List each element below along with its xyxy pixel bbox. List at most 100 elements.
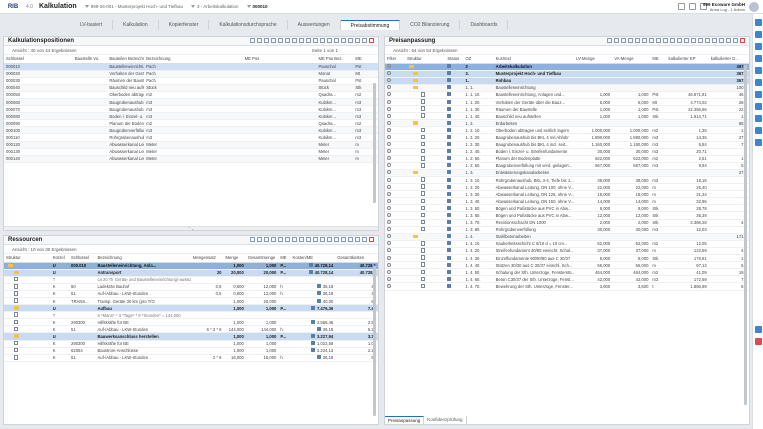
breadcrumb-project[interactable]: 999-26-001 - Musterprojekt Hoch- und Tie… (91, 4, 183, 9)
sidebar-icon[interactable] (755, 79, 762, 86)
filter-radio[interactable] (387, 205, 391, 210)
toolbar-icon[interactable] (306, 237, 311, 242)
toolbar-icon[interactable] (621, 38, 626, 43)
table-row[interactable]: 1. 3. 50. Bögen und Paßstücke aus PVC in … (385, 204, 749, 213)
tab-7[interactable]: Dashboards (460, 20, 509, 30)
filter-radio[interactable] (387, 106, 391, 111)
table-row[interactable]: 3 Arbeitskalkulation 367... (385, 63, 749, 71)
toolbar-icon[interactable] (313, 237, 318, 242)
toolbar-icon[interactable] (684, 38, 689, 43)
filter-radio[interactable] (387, 220, 391, 225)
table-row[interactable]: K50Ladekrän Bauhof0,60,60012,000h 36,1843 (4, 283, 378, 291)
toolbar-icon[interactable] (705, 38, 710, 43)
toolbar-icon[interactable] (607, 38, 612, 43)
filter-radio[interactable] (387, 156, 391, 161)
filter-radio[interactable] (387, 276, 391, 281)
toolbar-icon[interactable] (327, 38, 332, 43)
sidebar-icon[interactable] (755, 67, 762, 74)
toolbar-icon[interactable] (264, 237, 269, 242)
table-row[interactable]: K 290300 Hilfskräfte für BE 1,000 1,000 2.556… (4, 318, 378, 327)
sidebar-icon[interactable] (755, 127, 762, 134)
table-row[interactable]: 1. 1. 20. Vorhalten der Geräte über die B… (385, 98, 749, 107)
table-row[interactable]: 1. 2. 20. Baugrubenaushub bis BKL 4 mit A… (385, 133, 749, 142)
toolbar-icon[interactable] (635, 38, 640, 43)
column-header[interactable]: Schlüssel (69, 254, 96, 263)
column-header[interactable]: Struktur (4, 254, 51, 263)
link-icon[interactable] (308, 270, 313, 275)
filter-radio[interactable] (387, 241, 391, 246)
table-row[interactable]: 3. Musterprojekt Hoch- und Tiefbau 367... (385, 70, 749, 78)
table-row[interactable]: 1. 2. 30. Baugrubenaushub bis BKL 4 incl.… (385, 141, 749, 149)
toolbar-icon[interactable] (257, 38, 262, 43)
tab-3[interactable]: Kalkulationsdurchsprache (209, 20, 288, 30)
toolbar-icon[interactable] (292, 38, 297, 43)
column-header[interactable]: Kurztext (493, 55, 575, 64)
toolbar-icon[interactable] (740, 38, 745, 43)
vertical-scrollbar[interactable] (744, 65, 747, 405)
table-row[interactable]: 1. 3. 80. Rohrgrabenverfüllung 30,000 30,00… (385, 226, 749, 234)
filter-radio[interactable] (387, 170, 391, 175)
table-row[interactable]: U Antransport 20 20,000 20,000 P... 40.728,14 4… (4, 269, 378, 277)
table-row[interactable]: 000130 Abwasserkanal Leitung, DN 125, ohn… (4, 148, 378, 156)
sidebar-icon[interactable] (755, 43, 762, 50)
chevron-down-icon[interactable] (191, 5, 195, 8)
table-row[interactable]: U Bauwerksanschluss herstellen 1,000 1,000 P… (4, 332, 378, 341)
table-row[interactable]: 000080 Boden l. Einzel- u. Streifenfundam… (4, 112, 378, 121)
tab-2[interactable]: Kopierfenster (159, 20, 210, 30)
column-header[interactable]: OZ (463, 55, 494, 64)
table-row[interactable]: 000100 Baugrubenverfüllung mit verd. geil… (4, 126, 378, 135)
table-row[interactable]: K 290300 Hilfskräfte für BE 1,000 1,000 1.022… (4, 340, 378, 348)
column-header[interactable]: LV-Menge (574, 55, 613, 64)
filter-radio[interactable] (387, 134, 391, 139)
table-row[interactable]: 000020 Vorhalten der Geräte über die Bauz… (4, 70, 378, 78)
help-icon[interactable] (678, 3, 685, 10)
toolbar-icon[interactable] (726, 38, 731, 43)
link-icon[interactable] (310, 305, 315, 310)
table-row[interactable]: U 000.010 Baustelleneinrichtung, Anla... 1,… (4, 262, 378, 270)
table-row[interactable]: 1. Rohbau 367... (385, 77, 749, 85)
table-row[interactable]: K 51 Auf-/Abbau - LKW-Stunden 6 * 3 * 8 144,… (4, 325, 378, 334)
filter-radio[interactable] (387, 127, 391, 132)
table-row[interactable]: 1. 2. 50. Planum der Bodenplatte 622,000 62… (385, 155, 749, 163)
toolbar-icon[interactable] (362, 237, 367, 242)
toolbar-icon[interactable] (628, 38, 633, 43)
table-row[interactable]: 1. 4. 50. Schalung der Sth. Unterzüge, Fe… (385, 268, 749, 277)
column-header[interactable]: Struktur (405, 55, 446, 64)
table-row[interactable]: 000120 Abwasserkanal Leitung, DN 100, ohn… (4, 141, 378, 149)
toolbar-icon[interactable] (278, 237, 283, 242)
bottom-tab-0[interactable]: Preisanpassung (385, 416, 425, 424)
toolbar-icon[interactable] (712, 38, 717, 43)
filter-radio[interactable] (387, 198, 391, 203)
table-row[interactable]: 000070 Baugrubenaushub bis BKL 4 incl. se… (4, 105, 378, 114)
table-row[interactable]: 1. 2. 40. Boden l. Einzel- u. Streifenfun… (385, 148, 749, 156)
column-header[interactable]: Mengensatz (190, 254, 224, 263)
filter-radio[interactable] (387, 92, 391, 97)
toolbar-icon[interactable] (698, 38, 703, 43)
column-header[interactable]: Bezeichnung (95, 254, 191, 263)
column-header[interactable]: ME (353, 55, 378, 64)
table-row[interactable]: 1. 4. 20. Streifenfundament 40/80 ewrecht… (385, 247, 749, 256)
toolbar-icon[interactable] (278, 38, 283, 43)
sidebar-icon[interactable] (755, 115, 762, 122)
table-row[interactable]: 1. 3. Entwässerungskanalarbeiten 27... (385, 169, 749, 178)
notification-icon[interactable] (689, 3, 696, 10)
toolbar-icon[interactable] (320, 38, 325, 43)
table-row[interactable]: 1. 2. 60. Baugrubenverfüllung mit verd. g… (385, 162, 749, 170)
table-row[interactable]: 000060 Baugrubenaushub bis BKL 4 mit Abf.… (4, 98, 378, 107)
toolbar-icon[interactable] (642, 38, 647, 43)
toolbar-icon[interactable] (719, 38, 724, 43)
toolbar-icon[interactable] (327, 237, 332, 242)
filter-radio[interactable] (387, 269, 391, 274)
toolbar-icon[interactable] (334, 237, 339, 242)
filter-radio[interactable] (387, 71, 391, 76)
toolbar-icon[interactable] (257, 237, 262, 242)
sidebar-icon[interactable] (755, 31, 762, 38)
filter-radio[interactable] (387, 283, 391, 288)
table-row[interactable]: 1. 1. 30. Räumen der Baustelle 1,000 1,000 P… (385, 105, 749, 114)
table-row[interactable]: 000030Räumen der BaustellePachPauschalPs… (4, 77, 378, 85)
filter-radio[interactable] (387, 149, 391, 154)
toolbar-icon[interactable] (285, 38, 290, 43)
table-row[interactable]: 000090Planum der Bodenplattem2Quadra...m… (4, 119, 378, 128)
chevron-down-icon[interactable] (246, 5, 251, 8)
table-row[interactable]: K 51 Auf-/Abbau - LKW-Stunden 0,6 0,600 12,00… (4, 290, 378, 298)
